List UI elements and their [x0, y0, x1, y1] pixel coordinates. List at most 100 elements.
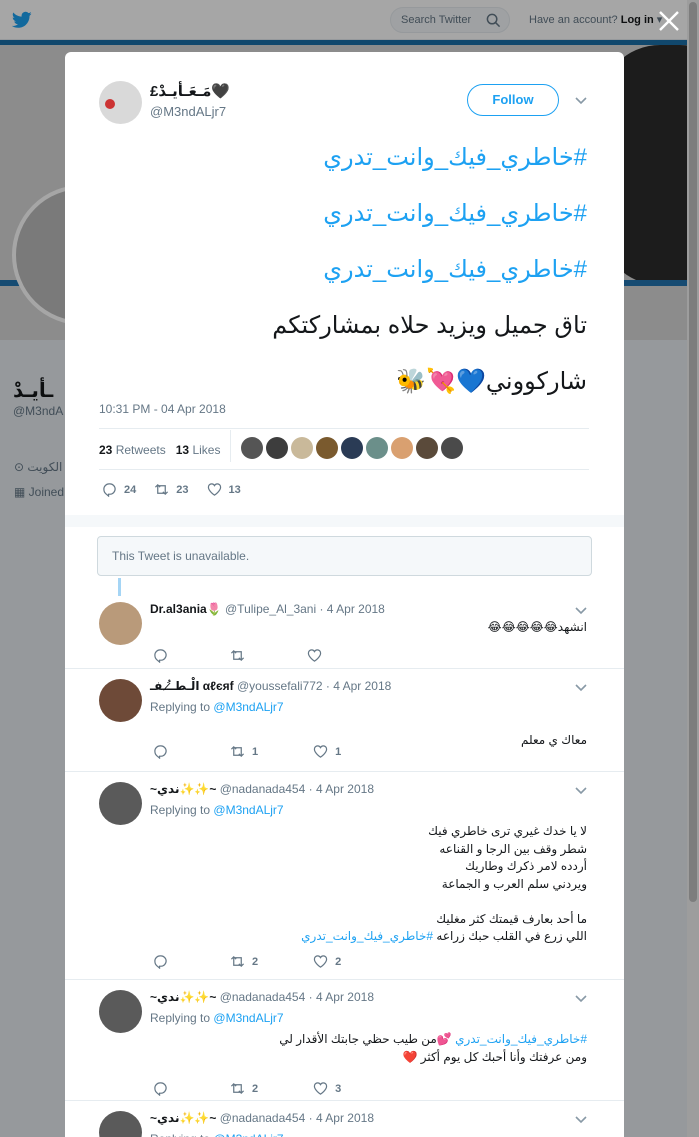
- reply-author-handle[interactable]: @nadanada454: [220, 1111, 306, 1125]
- liker-avatar[interactable]: [391, 437, 413, 459]
- chevron-down-icon[interactable]: [575, 607, 587, 615]
- heart-icon[interactable]: [313, 1081, 328, 1096]
- reply-icon[interactable]: [153, 954, 168, 969]
- liker-avatar[interactable]: [266, 437, 288, 459]
- reply-author-handle[interactable]: @youssefali772: [237, 679, 323, 693]
- reply-text-line: لا يا خدك غيري ترى خاطري فيك: [428, 824, 587, 838]
- divider: [99, 428, 589, 429]
- like-action[interactable]: 13: [207, 482, 241, 497]
- retweets-label[interactable]: Retweets: [116, 443, 166, 457]
- retweet-action[interactable]: 2: [230, 954, 258, 969]
- like-action[interactable]: 3: [313, 1081, 341, 1096]
- tweet-timestamp[interactable]: 10:31 PM - 04 Apr 2018: [99, 402, 226, 416]
- reply-date[interactable]: 4 Apr 2018: [333, 679, 391, 693]
- retweet-icon[interactable]: [230, 648, 245, 663]
- reply-text-line: #خاطري_فيك_وانت_تدري 💕من طيب حظي جابتك ا…: [279, 1032, 587, 1046]
- likes-label[interactable]: Likes: [192, 443, 220, 457]
- replying-to: Replying to @M3ndALjr7: [150, 1011, 284, 1025]
- like-count: 1: [335, 745, 342, 758]
- liker-avatar[interactable]: [241, 437, 263, 459]
- reply-actions: [153, 648, 329, 663]
- reply-avatar[interactable]: [99, 990, 142, 1033]
- tweet-text: #خاطري_فيك_وانت_تدري #خاطري_فيك_وانت_تدري…: [95, 130, 587, 410]
- like-action[interactable]: 1: [313, 744, 341, 759]
- retweet-action[interactable]: [230, 648, 252, 663]
- reply-action[interactable]: [153, 954, 175, 969]
- retweet-action[interactable]: 1: [230, 744, 258, 759]
- reply-author-name[interactable]: الْـطـ̷ـُـفـ αℓєяf: [150, 679, 234, 693]
- tweet-actions: 24 23 13: [102, 482, 259, 497]
- reply-author-name[interactable]: ~ندي✨✨~: [150, 990, 216, 1004]
- reply-text: لا يا خدك غيري ترى خاطري فيك شطر وقف بين …: [150, 823, 587, 946]
- reply-action[interactable]: 24: [102, 482, 136, 497]
- retweet-action[interactable]: 23: [154, 482, 189, 497]
- heart-icon[interactable]: [313, 744, 328, 759]
- reply-actions: 22: [153, 954, 341, 969]
- hashtag-link[interactable]: #خاطري_فيك_وانت_تدري: [95, 130, 587, 186]
- reply-tweet[interactable]: ~ندي✨✨~ @nadanada454 · 4 Apr 2018 Replyin…: [65, 979, 624, 1100]
- reply-date[interactable]: 4 Apr 2018: [327, 602, 385, 616]
- reply-icon[interactable]: [153, 1081, 168, 1096]
- reply-date[interactable]: 4 Apr 2018: [316, 782, 374, 796]
- retweet-icon[interactable]: [230, 1081, 245, 1096]
- reply-icon[interactable]: [153, 744, 168, 759]
- reply-tweet[interactable]: الْـطـ̷ـُـفـ αℓєяf @youssefali772 · 4 Ap…: [65, 668, 624, 771]
- chevron-down-icon[interactable]: [575, 97, 587, 105]
- follow-button[interactable]: Follow: [467, 84, 559, 116]
- chevron-down-icon[interactable]: [575, 1116, 587, 1124]
- reply-date[interactable]: 4 Apr 2018: [316, 990, 374, 1004]
- heart-icon[interactable]: [313, 954, 328, 969]
- liker-avatar[interactable]: [341, 437, 363, 459]
- replying-to-link[interactable]: @M3ndALjr7: [213, 803, 283, 817]
- reply-tweet[interactable]: ~ندي✨✨~ @nadanada454 · 4 Apr 2018 Replyin…: [65, 1100, 624, 1137]
- reply-author-name[interactable]: ~ندي✨✨~: [150, 782, 216, 796]
- chevron-down-icon[interactable]: [575, 684, 587, 692]
- reply-avatar[interactable]: [99, 602, 142, 645]
- reply-action[interactable]: [153, 1081, 175, 1096]
- close-icon[interactable]: [656, 8, 682, 34]
- hashtag-link[interactable]: #خاطري_فيك_وانت_تدري: [455, 1032, 587, 1046]
- like-action[interactable]: [307, 648, 329, 663]
- reply-action[interactable]: [153, 648, 175, 663]
- liker-avatar[interactable]: [316, 437, 338, 459]
- replying-to-link[interactable]: @M3ndALjr7: [213, 1011, 283, 1025]
- retweet-icon[interactable]: [230, 744, 245, 759]
- reply-author-name[interactable]: ~ندي✨✨~: [150, 1111, 216, 1125]
- liker-avatar[interactable]: [291, 437, 313, 459]
- author-avatar[interactable]: [99, 81, 142, 124]
- reply-author-handle[interactable]: @Tulipe_Al_3ani: [225, 602, 316, 616]
- retweet-icon[interactable]: [230, 954, 245, 969]
- author-name[interactable]: مَـعَـأيـدْ£‏🖤: [150, 82, 230, 100]
- reply-author-handle[interactable]: @nadanada454: [220, 782, 306, 796]
- reply-action[interactable]: [153, 744, 175, 759]
- reply-author-handle[interactable]: @nadanada454: [220, 990, 306, 1004]
- reply-icon[interactable]: [102, 482, 117, 497]
- reply-tweet[interactable]: Dr.al3ania🌷 @Tulipe_Al_3ani · 4 Apr 2018…: [65, 592, 624, 668]
- chevron-down-icon[interactable]: [575, 787, 587, 795]
- author-handle[interactable]: @M3ndALjr7: [150, 104, 226, 119]
- replying-to-link[interactable]: @M3ndALjr7: [213, 700, 283, 714]
- heart-icon[interactable]: [307, 648, 322, 663]
- heart-icon[interactable]: [207, 482, 222, 497]
- retweet-icon[interactable]: [154, 482, 169, 497]
- reply-tweet[interactable]: ~ندي✨✨~ @nadanada454 · 4 Apr 2018 Replyin…: [65, 771, 624, 979]
- liker-avatar[interactable]: [441, 437, 463, 459]
- liker-avatar[interactable]: [416, 437, 438, 459]
- retweets-count[interactable]: 23: [99, 443, 112, 457]
- liker-avatar[interactable]: [366, 437, 388, 459]
- reply-avatar[interactable]: [99, 1111, 142, 1137]
- hashtag-link[interactable]: #خاطري_فيك_وانت_تدري: [95, 242, 587, 298]
- reply-author-name[interactable]: Dr.al3ania🌷: [150, 602, 222, 616]
- retweet-action[interactable]: 2: [230, 1081, 258, 1096]
- reply-date[interactable]: 4 Apr 2018: [316, 1111, 374, 1125]
- chevron-down-icon[interactable]: [575, 995, 587, 1003]
- likes-count[interactable]: 13: [176, 443, 189, 457]
- replying-to-link[interactable]: @M3ndALjr7: [213, 1132, 283, 1137]
- reply-avatar[interactable]: [99, 782, 142, 825]
- hashtag-link[interactable]: #خاطري_فيك_وانت_تدري: [301, 929, 433, 943]
- reply-avatar[interactable]: [99, 679, 142, 722]
- hashtag-link[interactable]: #خاطري_فيك_وانت_تدري: [95, 186, 587, 242]
- reply-icon[interactable]: [153, 648, 168, 663]
- like-action[interactable]: 2: [313, 954, 341, 969]
